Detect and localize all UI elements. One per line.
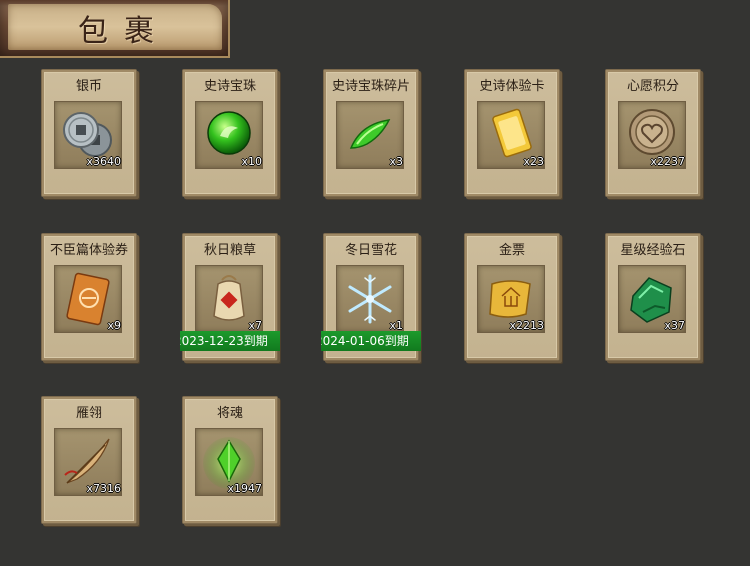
item-card-silver-coin[interactable]: 银币 x3640 [41,69,137,197]
item-name: 不臣篇体验券 [49,243,128,258]
item-name: 史诗宝珠 [203,79,256,94]
item-card-wish-points[interactable]: 心愿积分 x2237 [605,69,701,197]
item-card-epic-orb-fragment[interactable]: 史诗宝珠碎片 x3 [323,69,419,197]
page-title: 包裹 [78,14,170,49]
item-card-buchen-trial-voucher[interactable]: 不臣篇体验券 x9 [41,233,137,361]
item-count: x23 [523,155,544,168]
item-slot: x3 [336,101,404,169]
item-card-star-exp-stone[interactable]: 星级经验石 x37 [605,233,701,361]
item-count: x2237 [650,155,685,168]
item-slot: x10 [195,101,263,169]
item-count: x1947 [227,482,262,495]
item-slot: x2237 [618,101,686,169]
item-name: 金票 [498,243,525,258]
expiry-banner: 2023-12-23到期 [180,331,280,351]
item-name: 冬日雪花 [344,243,397,258]
item-slot: x37 [618,265,686,333]
item-name: 史诗体验卡 [479,79,545,94]
item-count: x3640 [86,155,121,168]
item-count: x9 [107,319,121,332]
item-name: 秋日粮草 [203,243,256,258]
item-count: x10 [241,155,262,168]
item-name: 心愿积分 [626,79,679,94]
item-name: 星级经验石 [620,243,686,258]
item-slot: x23 [477,101,545,169]
item-count: x3 [389,155,403,168]
item-card-gold-ticket[interactable]: 金票 x2213 [464,233,560,361]
item-slot: x2213 [477,265,545,333]
item-card-epic-orb[interactable]: 史诗宝珠 x10 [182,69,278,197]
item-card-autumn-grain[interactable]: 秋日粮草 x7 2023-12-23到期 [180,233,280,361]
item-card-epic-trial-card[interactable]: 史诗体验卡 x23 [464,69,560,197]
expiry-banner: 2024-01-06到期 [321,331,421,351]
item-slot: x1947 [195,428,263,496]
item-card-general-soul[interactable]: 将魂 x1947 [182,396,278,524]
item-slot: x1 [336,265,404,333]
item-card-goose-feather[interactable]: 雁翎 x7316 [41,396,137,524]
item-slot: x7316 [54,428,122,496]
expiry-text: 2023-12-23到期 [180,334,268,348]
title-banner: 包裹 [0,0,230,58]
item-count: x2213 [509,319,544,332]
item-slot: x3640 [54,101,122,169]
item-slot: x7 [195,265,263,333]
item-name: 将魂 [216,406,243,421]
item-count: x37 [664,319,685,332]
expiry-text: 2024-01-06到期 [321,334,409,348]
item-card-winter-snowflake[interactable]: 冬日雪花 x1 2024-01-06到期 [321,233,421,361]
inventory-screen: 包裹 银币 x3640 史诗宝珠 x10 史诗宝珠碎片 x3 史诗体验卡 x23… [0,0,750,566]
item-slot: x9 [54,265,122,333]
item-count: x7316 [86,482,121,495]
item-name: 史诗宝珠碎片 [331,79,410,94]
item-name: 雁翎 [75,406,102,421]
item-name: 银币 [75,79,102,94]
